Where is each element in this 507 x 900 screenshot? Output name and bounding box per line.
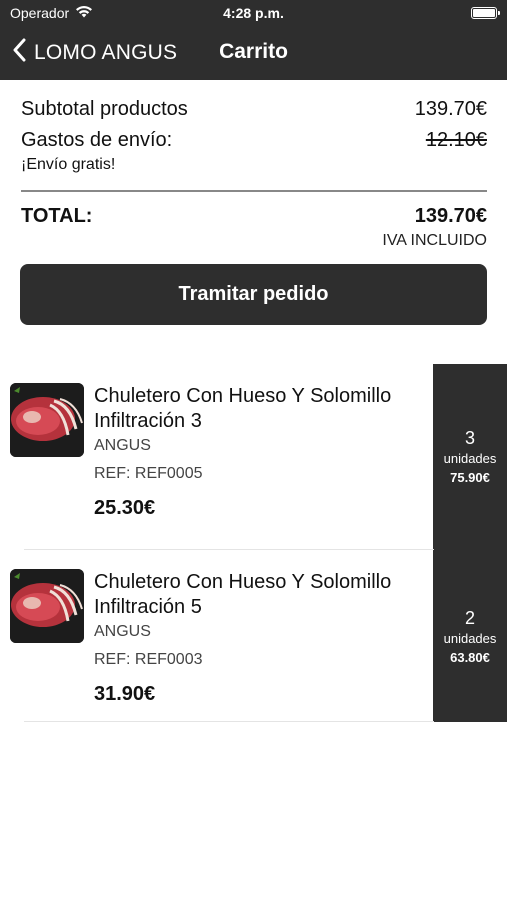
quantity-panel[interactable]: 2 unidades 63.80€ bbox=[433, 550, 507, 722]
line-total: 75.90€ bbox=[450, 470, 490, 485]
vat-note: IVA INCLUIDO bbox=[382, 232, 487, 249]
product-price: 25.30€ bbox=[94, 497, 156, 519]
product-ref: REF: REF0003 bbox=[94, 651, 203, 668]
product-name: Chuletero Con Hueso Y Solomillo Infiltra… bbox=[94, 571, 392, 618]
cart-item[interactable]: Chuletero Con Hueso Y Solomillo Infiltra… bbox=[0, 364, 507, 550]
product-brand: ANGUS bbox=[94, 623, 151, 640]
subtotal-value: 139.70€ bbox=[414, 98, 487, 120]
item-divider bbox=[24, 721, 434, 722]
meat-product-image bbox=[10, 383, 84, 457]
total-row: TOTAL: 139.70€ bbox=[21, 205, 487, 228]
status-bar: Operador 4:28 p.m. bbox=[0, 0, 507, 28]
clock: 4:28 p.m. bbox=[223, 5, 284, 21]
checkout-button[interactable]: Tramitar pedido bbox=[20, 264, 487, 325]
quantity-unit: unidades bbox=[443, 631, 497, 646]
top-bar: Operador 4:28 p.m. LOMO ANGUS Carrito bbox=[0, 0, 507, 80]
product-name: Chuletero Con Hueso Y Solomillo Infiltra… bbox=[94, 385, 392, 432]
quantity-unit: unidades bbox=[443, 451, 497, 466]
product-price: 31.90€ bbox=[94, 683, 156, 705]
battery-icon bbox=[471, 7, 500, 19]
page-title: Carrito bbox=[219, 40, 288, 63]
navigation-bar: LOMO ANGUS Carrito bbox=[0, 30, 507, 76]
meat-product-image bbox=[10, 569, 84, 643]
subtotal-row: Subtotal productos 139.70€ bbox=[21, 98, 487, 121]
product-ref: REF: REF0005 bbox=[94, 465, 203, 482]
line-total: 63.80€ bbox=[450, 650, 490, 665]
summary-divider bbox=[21, 190, 487, 192]
quantity-count: 2 bbox=[464, 608, 475, 628]
shipping-value: 12.10€ bbox=[425, 129, 487, 151]
order-summary: Subtotal productos 139.70€ Gastos de env… bbox=[21, 98, 487, 174]
cart-item[interactable]: Chuletero Con Hueso Y Solomillo Infiltra… bbox=[0, 550, 507, 722]
shipping-label: Gastos de envío: bbox=[21, 129, 173, 151]
quantity-count: 3 bbox=[464, 428, 475, 448]
free-shipping-note: ¡Envío gratis! bbox=[21, 156, 116, 173]
product-brand: ANGUS bbox=[94, 437, 151, 454]
subtotal-label: Subtotal productos bbox=[21, 98, 188, 120]
shipping-row: Gastos de envío: 12.10€ bbox=[21, 129, 487, 152]
quantity-panel[interactable]: 3 unidades 75.90€ bbox=[433, 364, 507, 550]
total-label: TOTAL: bbox=[21, 205, 93, 227]
cart-list: Chuletero Con Hueso Y Solomillo Infiltra… bbox=[0, 364, 507, 722]
total-value: 139.70€ bbox=[414, 205, 487, 227]
